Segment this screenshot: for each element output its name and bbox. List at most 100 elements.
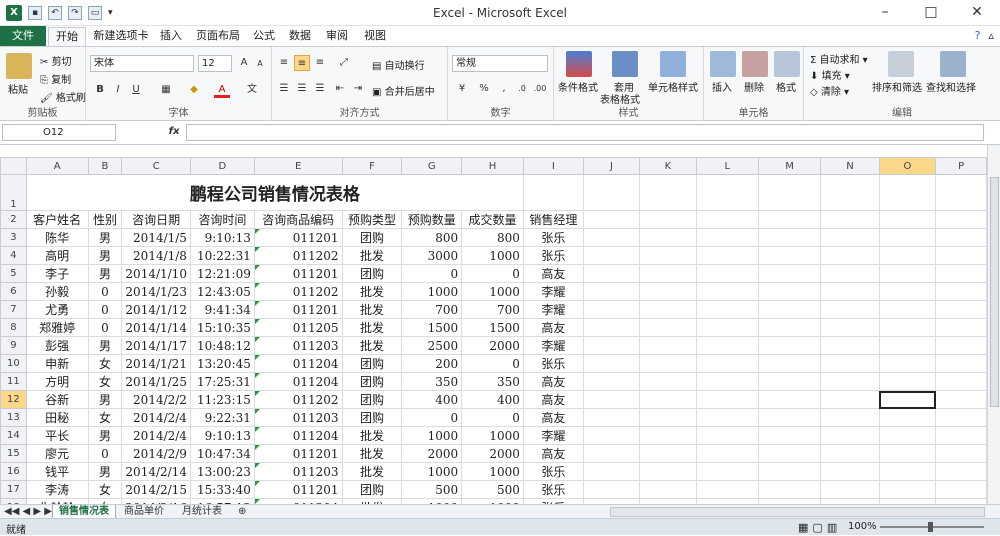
cell[interactable]: 男 bbox=[87, 462, 123, 481]
cell[interactable] bbox=[695, 480, 759, 499]
cell[interactable] bbox=[820, 336, 880, 355]
cell[interactable] bbox=[757, 228, 822, 247]
active-cell[interactable] bbox=[878, 390, 937, 409]
cell[interactable]: 15:33:40 bbox=[189, 480, 255, 499]
cell[interactable] bbox=[878, 372, 937, 391]
cell[interactable]: 张乐 bbox=[522, 462, 584, 481]
cell[interactable]: 尤勇 bbox=[25, 300, 89, 319]
cell[interactable] bbox=[878, 264, 937, 283]
cell[interactable]: 男 bbox=[87, 390, 123, 409]
cell[interactable] bbox=[935, 246, 987, 265]
cell[interactable]: 011204 bbox=[253, 426, 343, 445]
find-select-icon[interactable] bbox=[940, 51, 966, 77]
cell[interactable] bbox=[695, 264, 759, 283]
cell[interactable]: 2014/1/5 bbox=[121, 228, 191, 247]
column-header-selected[interactable]: O bbox=[878, 157, 937, 175]
cell[interactable]: 2014/1/23 bbox=[121, 282, 191, 301]
cell[interactable]: 011201 bbox=[253, 228, 343, 247]
cell[interactable] bbox=[757, 174, 822, 211]
cell[interactable]: 李耀 bbox=[522, 282, 584, 301]
page-break-view-icon[interactable]: ▥ bbox=[827, 521, 837, 534]
tab-home[interactable]: 开始 bbox=[48, 27, 86, 46]
cell[interactable]: 400 bbox=[461, 390, 524, 409]
formula-input[interactable] bbox=[186, 124, 984, 141]
cell[interactable] bbox=[878, 246, 937, 265]
zoom-level[interactable]: 100% bbox=[848, 521, 877, 532]
close-button[interactable]: ✕ bbox=[954, 0, 1000, 26]
cell[interactable]: 1000 bbox=[461, 282, 524, 301]
cell[interactable]: 团购 bbox=[341, 228, 403, 247]
cell[interactable]: 800 bbox=[401, 228, 463, 247]
cell[interactable] bbox=[639, 210, 697, 229]
cell[interactable]: 批发 bbox=[341, 282, 403, 301]
font-name-select[interactable]: 宋体 bbox=[90, 55, 194, 72]
column-header[interactable]: E bbox=[253, 157, 343, 175]
cell[interactable]: 011204 bbox=[253, 372, 343, 391]
cell[interactable]: 团购 bbox=[341, 408, 403, 427]
sort-filter-button[interactable]: 排序和筛选 bbox=[872, 79, 922, 94]
cell[interactable] bbox=[757, 210, 822, 229]
cell[interactable]: 团购 bbox=[341, 264, 403, 283]
bold-button[interactable]: B bbox=[92, 82, 108, 98]
cell[interactable]: 0 bbox=[401, 408, 463, 427]
cell[interactable] bbox=[639, 372, 697, 391]
row-header[interactable]: 17 bbox=[0, 480, 27, 499]
cell[interactable]: 1000 bbox=[401, 282, 463, 301]
cell[interactable]: 800 bbox=[461, 228, 524, 247]
cell[interactable]: 李耀 bbox=[522, 300, 584, 319]
cell[interactable]: 张乐 bbox=[522, 246, 584, 265]
cell[interactable] bbox=[935, 480, 987, 499]
cell[interactable]: 011201 bbox=[253, 480, 343, 499]
cell[interactable]: 400 bbox=[401, 390, 463, 409]
cell[interactable] bbox=[878, 210, 937, 229]
cell[interactable]: 2014/2/15 bbox=[121, 480, 191, 499]
cell[interactable] bbox=[878, 444, 937, 463]
merge-center-button[interactable]: ▣ 合并后居中 bbox=[372, 83, 435, 98]
cell[interactable]: 批发 bbox=[341, 300, 403, 319]
cell[interactable]: 9:10:13 bbox=[189, 426, 255, 445]
cell[interactable]: 团购 bbox=[341, 372, 403, 391]
cell[interactable] bbox=[820, 228, 880, 247]
cell[interactable] bbox=[878, 426, 937, 445]
cell[interactable]: 钱平 bbox=[25, 462, 89, 481]
cell[interactable] bbox=[582, 408, 641, 427]
cell[interactable]: 1500 bbox=[401, 318, 463, 337]
cell[interactable]: 1000 bbox=[461, 426, 524, 445]
cell[interactable]: 011203 bbox=[253, 336, 343, 355]
cell[interactable] bbox=[820, 480, 880, 499]
cell[interactable] bbox=[582, 174, 641, 211]
cell[interactable] bbox=[639, 336, 697, 355]
cell[interactable] bbox=[820, 282, 880, 301]
cell[interactable]: 1000 bbox=[401, 462, 463, 481]
cell[interactable]: 团购 bbox=[341, 354, 403, 373]
cell[interactable]: 13:00:23 bbox=[189, 462, 255, 481]
cell[interactable]: 孙毅 bbox=[25, 282, 89, 301]
cell[interactable]: 200 bbox=[401, 354, 463, 373]
cell[interactable]: 0 bbox=[87, 282, 123, 301]
cell[interactable]: 彭强 bbox=[25, 336, 89, 355]
cell[interactable]: 2014/2/2 bbox=[121, 390, 191, 409]
cell[interactable] bbox=[582, 390, 641, 409]
cell[interactable] bbox=[582, 462, 641, 481]
cell[interactable]: 高友 bbox=[522, 264, 584, 283]
cell[interactable] bbox=[695, 174, 759, 211]
cell[interactable] bbox=[639, 408, 697, 427]
cell[interactable] bbox=[935, 282, 987, 301]
cell[interactable] bbox=[582, 300, 641, 319]
cell[interactable] bbox=[695, 210, 759, 229]
header-cell[interactable]: 咨询日期 bbox=[121, 210, 191, 229]
paste-icon[interactable] bbox=[6, 53, 32, 79]
tab-insert[interactable]: 插入 bbox=[154, 26, 188, 46]
cell[interactable] bbox=[695, 300, 759, 319]
tab-data[interactable]: 数据 bbox=[284, 26, 316, 46]
decrease-decimal-icon[interactable]: .00 bbox=[532, 81, 548, 97]
cell[interactable] bbox=[695, 336, 759, 355]
cell[interactable] bbox=[639, 426, 697, 445]
cell[interactable] bbox=[757, 246, 822, 265]
cell[interactable] bbox=[639, 354, 697, 373]
cell[interactable] bbox=[935, 264, 987, 283]
column-header[interactable]: F bbox=[341, 157, 403, 175]
cell[interactable]: 0 bbox=[461, 354, 524, 373]
cell[interactable] bbox=[582, 336, 641, 355]
cell[interactable] bbox=[639, 318, 697, 337]
